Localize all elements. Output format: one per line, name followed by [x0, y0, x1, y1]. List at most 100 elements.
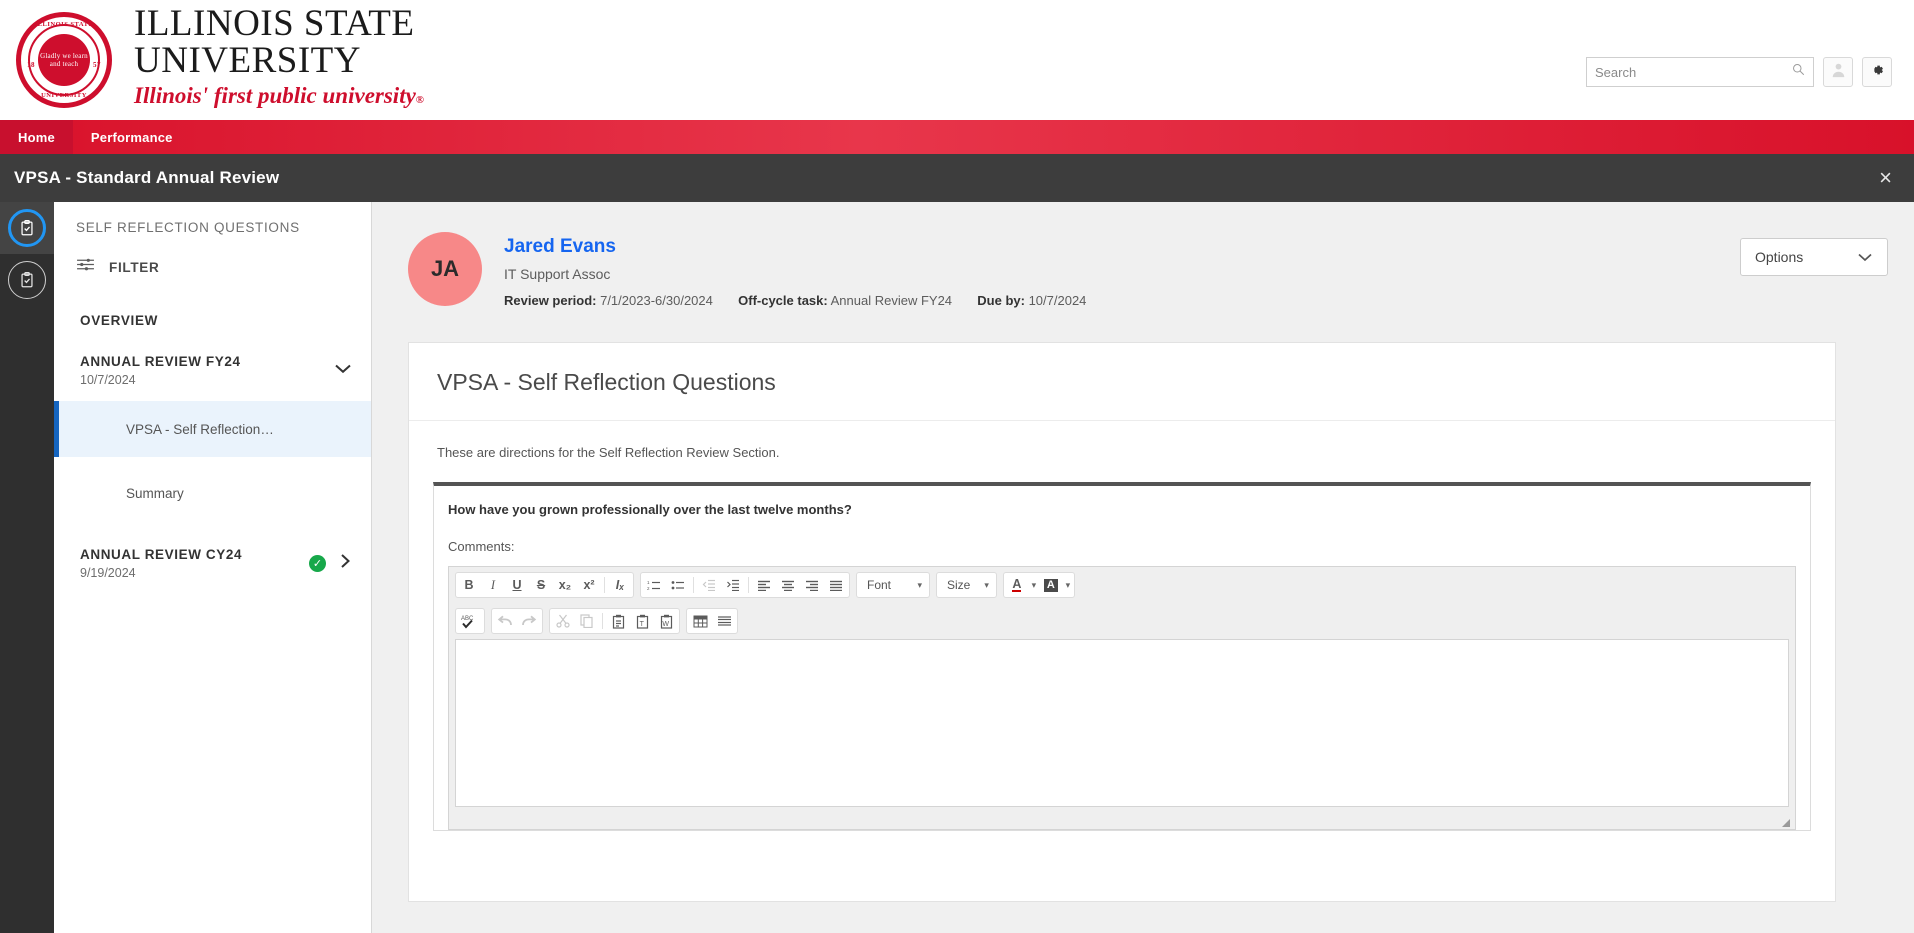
- chevron-down-icon[interactable]: [333, 362, 353, 380]
- font-select-label: Font: [867, 578, 892, 592]
- numbered-list-icon[interactable]: 12: [642, 574, 666, 596]
- align-justify-icon[interactable]: [824, 574, 848, 596]
- paste-from-word-icon[interactable]: W: [654, 610, 678, 632]
- comments-label: Comments:: [448, 539, 515, 554]
- question-block: How have you grown professionally over t…: [433, 482, 1811, 831]
- group-date: 10/7/2024: [80, 373, 136, 387]
- table-icon[interactable]: [688, 610, 712, 632]
- font-family-select[interactable]: Font ▾: [856, 572, 930, 598]
- main-scrollbar[interactable]: [1900, 202, 1914, 933]
- left-panel-heading: SELF REFLECTION QUESTIONS: [76, 220, 300, 235]
- group-title: ANNUAL REVIEW FY24: [80, 354, 241, 369]
- italic-icon[interactable]: I: [481, 574, 505, 596]
- text-color-icon[interactable]: A: [1005, 574, 1029, 596]
- tagline-registered-mark: ®: [415, 94, 425, 106]
- wordmark-line-2: UNIVERSITY: [134, 40, 361, 81]
- background-color-glyph: A: [1043, 578, 1058, 592]
- seal-right-year: 57: [93, 61, 101, 69]
- user-avatar-button[interactable]: [1823, 57, 1853, 87]
- rich-text-editor: B I U S x₂ x² Iₓ 12 Font ▾ Size ▾ A ▾ A …: [448, 566, 1796, 830]
- remove-format-icon[interactable]: Iₓ: [608, 574, 632, 596]
- text-color-chevron-down-icon[interactable]: ▾: [1029, 574, 1039, 596]
- question-text: How have you grown professionally over t…: [448, 502, 852, 517]
- filter-button[interactable]: FILTER: [54, 235, 371, 277]
- group-text: ANNUAL REVIEW CY24 9/19/2024: [80, 547, 309, 580]
- comments-textarea[interactable]: [455, 639, 1789, 807]
- filter-sliders-icon: [76, 257, 95, 277]
- bold-icon[interactable]: B: [457, 574, 481, 596]
- employee-info: Jared Evans IT Support Assoc Review peri…: [504, 232, 1086, 308]
- paste-as-text-icon[interactable]: T: [630, 610, 654, 632]
- sidebar-group-annual-review-fy24[interactable]: ANNUAL REVIEW FY24 10/7/2024: [54, 328, 371, 387]
- review-period-label: Review period:: [504, 293, 597, 308]
- toolbar-separator: [748, 577, 749, 593]
- outdent-icon[interactable]: [697, 574, 721, 596]
- review-period-value: 7/1/2023-6/30/2024: [600, 293, 713, 308]
- search-icon[interactable]: [1792, 63, 1805, 81]
- toolbar-separator: [693, 577, 694, 593]
- sidebar-item-overview[interactable]: OVERVIEW: [54, 277, 371, 328]
- chevron-right-icon[interactable]: [338, 552, 353, 575]
- review-title-bar: VPSA - Standard Annual Review ×: [0, 154, 1914, 202]
- svg-text:W: W: [662, 620, 669, 627]
- horizontal-rule-icon[interactable]: [712, 610, 736, 632]
- sidebar-item-summary[interactable]: Summary: [54, 465, 371, 521]
- wordmark-line-1: ILLINOIS STATE: [134, 3, 415, 44]
- indent-icon[interactable]: [721, 574, 745, 596]
- icon-rail: [0, 202, 54, 933]
- sidebar-item-vpsa-self-reflection[interactable]: VPSA - Self Reflection…: [54, 401, 371, 457]
- search-box[interactable]: [1586, 57, 1814, 87]
- spell-check-icon[interactable]: ABC: [457, 610, 483, 632]
- primary-navigation: Home Performance: [0, 120, 1914, 154]
- align-center-icon[interactable]: [776, 574, 800, 596]
- seal-motto: Gladly we learn and teach: [38, 34, 90, 86]
- align-left-icon[interactable]: [752, 574, 776, 596]
- options-dropdown[interactable]: Options: [1740, 238, 1888, 276]
- settings-button[interactable]: [1862, 57, 1892, 87]
- body-container: SELF REFLECTION QUESTIONS FILTER OVERVIE…: [0, 202, 1914, 933]
- clipboard-button-group: T W: [549, 608, 680, 634]
- due-by-label: Due by:: [977, 293, 1025, 308]
- group-title: ANNUAL REVIEW CY24: [80, 547, 243, 562]
- background-color-chevron-down-icon[interactable]: ▾: [1063, 574, 1073, 596]
- status-badge-complete: ✓: [309, 555, 326, 572]
- undo-icon[interactable]: [493, 610, 517, 632]
- background-color-icon[interactable]: A: [1039, 574, 1063, 596]
- strikethrough-icon[interactable]: S: [529, 574, 553, 596]
- superscript-icon[interactable]: x²: [577, 574, 601, 596]
- svg-text:2: 2: [647, 586, 650, 591]
- off-cycle-task-label: Off-cycle task:: [738, 293, 828, 308]
- rail-item-completed-tasks[interactable]: [0, 254, 54, 306]
- bulleted-list-icon[interactable]: [666, 574, 690, 596]
- copy-icon[interactable]: [575, 610, 599, 632]
- nav-item-home[interactable]: Home: [0, 120, 73, 154]
- toolbar-separator: [604, 577, 605, 593]
- sidebar-group-annual-review-cy24[interactable]: ANNUAL REVIEW CY24 9/19/2024 ✓: [54, 521, 371, 580]
- align-right-icon[interactable]: [800, 574, 824, 596]
- user-avatar-icon: [1830, 61, 1847, 83]
- group-date: 9/19/2024: [80, 566, 136, 580]
- redo-icon[interactable]: [517, 610, 541, 632]
- font-combo[interactable]: Font ▾: [858, 574, 928, 596]
- university-logo[interactable]: ILLINOIS STATE UNIVERSITY 18 57 Gladly w…: [0, 5, 424, 115]
- brand-header: ILLINOIS STATE UNIVERSITY 18 57 Gladly w…: [0, 0, 1914, 120]
- subscript-icon[interactable]: x₂: [553, 574, 577, 596]
- size-combo[interactable]: Size ▾: [938, 574, 995, 596]
- format-button-group: B I U S x₂ x² Iₓ: [455, 572, 634, 598]
- paste-icon[interactable]: [606, 610, 630, 632]
- rail-item-review-tasks[interactable]: [0, 202, 54, 254]
- cut-icon[interactable]: [551, 610, 575, 632]
- nav-item-performance[interactable]: Performance: [73, 120, 191, 154]
- seal-top-text: ILLINOIS STATE: [34, 21, 94, 28]
- underline-icon[interactable]: U: [505, 574, 529, 596]
- filter-label: FILTER: [109, 259, 160, 275]
- employee-name-link[interactable]: Jared Evans: [504, 236, 1086, 258]
- svg-text:1: 1: [647, 580, 650, 585]
- font-size-select[interactable]: Size ▾: [936, 572, 997, 598]
- search-input[interactable]: [1595, 64, 1792, 80]
- university-seal-icon: ILLINOIS STATE UNIVERSITY 18 57 Gladly w…: [16, 12, 112, 108]
- resize-grip-handle[interactable]: [1782, 819, 1790, 827]
- spell-check-group: ABC: [455, 608, 485, 634]
- close-icon[interactable]: ×: [1879, 167, 1892, 189]
- off-cycle-task-value: Annual Review FY24: [830, 293, 953, 308]
